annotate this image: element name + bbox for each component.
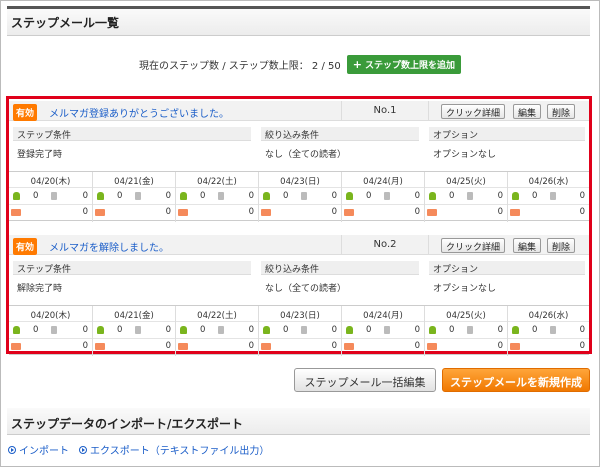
trash-icon	[550, 326, 556, 334]
import-link[interactable]: インポート	[8, 442, 69, 457]
mail-icon	[178, 209, 188, 216]
status-badge: 有効	[13, 238, 38, 255]
step-list-highlight: 有効 メルマガ登録ありがとうございました。 No.1 クリック詳細 編集 削除 …	[6, 96, 592, 356]
mail-icon	[344, 343, 354, 350]
user-icon	[97, 192, 104, 200]
trash-icon	[135, 192, 141, 200]
step-header: 有効 メルマガ登録ありがとうございました。 No.1 クリック詳細 編集 削除	[9, 101, 589, 121]
step-title-link[interactable]: メルマガ登録ありがとうございました。	[49, 105, 229, 120]
edit-button[interactable]: 編集	[513, 238, 541, 253]
add-limit-label: ステップ数上限を追加	[364, 60, 455, 71]
import-export-title: ステップデータのインポート/エクスポート	[7, 408, 590, 435]
day-column: 04/26(水) 00 0	[507, 306, 589, 356]
step-conditions: ステップ条件 登録完了時 絞り込み条件 なし（全ての読者） オプション オプショ…	[9, 127, 589, 167]
import-link-label: インポート	[19, 446, 69, 457]
user-icon	[263, 192, 270, 200]
mail-icon	[344, 209, 354, 216]
mail-icon	[95, 343, 105, 350]
day-column: 04/26(水) 00 0	[507, 172, 589, 222]
condition-option: オプション オプションなし	[429, 127, 585, 167]
mail-icon	[11, 343, 21, 350]
step-number: No.2	[341, 235, 429, 255]
trash-icon	[301, 192, 307, 200]
day-column: 04/23(日) 00 0	[258, 306, 341, 356]
day-column: 04/20(木) 00 0	[9, 306, 92, 356]
import-export-links: インポート エクスポート（テキストファイル出力）	[8, 442, 269, 457]
export-link-label: エクスポート（テキストファイル出力）	[90, 446, 270, 457]
condition-filter: 絞り込み条件 なし（全ての読者）	[261, 127, 419, 167]
user-icon	[263, 326, 270, 334]
step-number: No.1	[341, 101, 429, 121]
mail-icon	[261, 343, 271, 350]
trash-icon	[384, 192, 390, 200]
day-column: 04/22(土) 00 0	[175, 306, 258, 356]
condition-step: ステップ条件 解除完了時	[13, 261, 251, 301]
plus-icon: +	[352, 57, 362, 71]
user-icon	[13, 192, 20, 200]
edit-button[interactable]: 編集	[513, 104, 541, 119]
trash-icon	[467, 326, 473, 334]
step-counter: 現在のステップ数 / ステップ数上限： 2 / 50 + ステップ数上限を追加	[0, 54, 600, 74]
arrow-circle-icon	[8, 445, 16, 454]
day-column: 04/24(月) 00 0	[341, 172, 424, 222]
trash-icon	[218, 326, 224, 334]
mail-icon	[510, 343, 520, 350]
daily-stats: 04/20(木) 00 0 04/21(金) 00 0 04/22(土) 00 …	[9, 171, 589, 222]
user-icon	[97, 326, 104, 334]
add-limit-button[interactable]: + ステップ数上限を追加	[346, 54, 461, 74]
user-icon	[429, 192, 436, 200]
mail-icon	[427, 209, 437, 216]
step-count-text: 現在のステップ数 / ステップ数上限： 2 / 50	[139, 60, 341, 72]
user-icon	[512, 192, 519, 200]
user-icon	[429, 326, 436, 334]
day-column: 04/22(土) 00 0	[175, 172, 258, 222]
trash-icon	[135, 326, 141, 334]
click-detail-button[interactable]: クリック詳細	[441, 104, 505, 119]
mail-icon	[95, 209, 105, 216]
delete-button[interactable]: 削除	[547, 238, 575, 253]
trash-icon	[467, 192, 473, 200]
mail-icon	[510, 209, 520, 216]
page-title: ステップメール一覧	[7, 6, 590, 36]
day-column: 04/20(木) 00 0	[9, 172, 92, 222]
user-icon	[346, 326, 353, 334]
step-conditions: ステップ条件 解除完了時 絞り込み条件 なし（全ての読者） オプション オプショ…	[9, 261, 589, 301]
day-column: 04/25(火) 00 0	[424, 306, 507, 356]
mail-icon	[11, 209, 21, 216]
daily-stats: 04/20(木) 00 0 04/21(金) 00 0 04/22(土) 00 …	[9, 305, 589, 356]
day-column: 04/25(火) 00 0	[424, 172, 507, 222]
bulk-edit-button[interactable]: ステップメール一括編集	[294, 368, 436, 392]
create-step-mail-button[interactable]: ステップメールを新規作成	[442, 368, 590, 392]
click-detail-button[interactable]: クリック詳細	[441, 238, 505, 253]
user-icon	[512, 326, 519, 334]
user-icon	[180, 192, 187, 200]
day-column: 04/24(月) 00 0	[341, 306, 424, 356]
day-column: 04/23(日) 00 0	[258, 172, 341, 222]
trash-icon	[51, 326, 57, 334]
condition-step: ステップ条件 登録完了時	[13, 127, 251, 167]
day-column: 04/21(金) 00 0	[92, 306, 175, 356]
trash-icon	[51, 192, 57, 200]
condition-option: オプション オプションなし	[429, 261, 585, 301]
condition-filter: 絞り込み条件 なし（全ての読者）	[261, 261, 419, 301]
day-column: 04/21(金) 00 0	[92, 172, 175, 222]
delete-button[interactable]: 削除	[547, 104, 575, 119]
trash-icon	[384, 326, 390, 334]
user-icon	[346, 192, 353, 200]
arrow-circle-icon	[79, 445, 87, 454]
user-icon	[13, 326, 20, 334]
trash-icon	[550, 192, 556, 200]
user-icon	[180, 326, 187, 334]
trash-icon	[301, 326, 307, 334]
mail-icon	[178, 343, 188, 350]
status-badge: 有効	[13, 104, 38, 121]
trash-icon	[218, 192, 224, 200]
export-link[interactable]: エクスポート（テキストファイル出力）	[79, 442, 269, 457]
step-title-link[interactable]: メルマガを解除しました。	[49, 239, 169, 254]
mail-icon	[261, 209, 271, 216]
step-header: 有効 メルマガを解除しました。 No.2 クリック詳細 編集 削除	[9, 235, 589, 255]
mail-icon	[427, 343, 437, 350]
